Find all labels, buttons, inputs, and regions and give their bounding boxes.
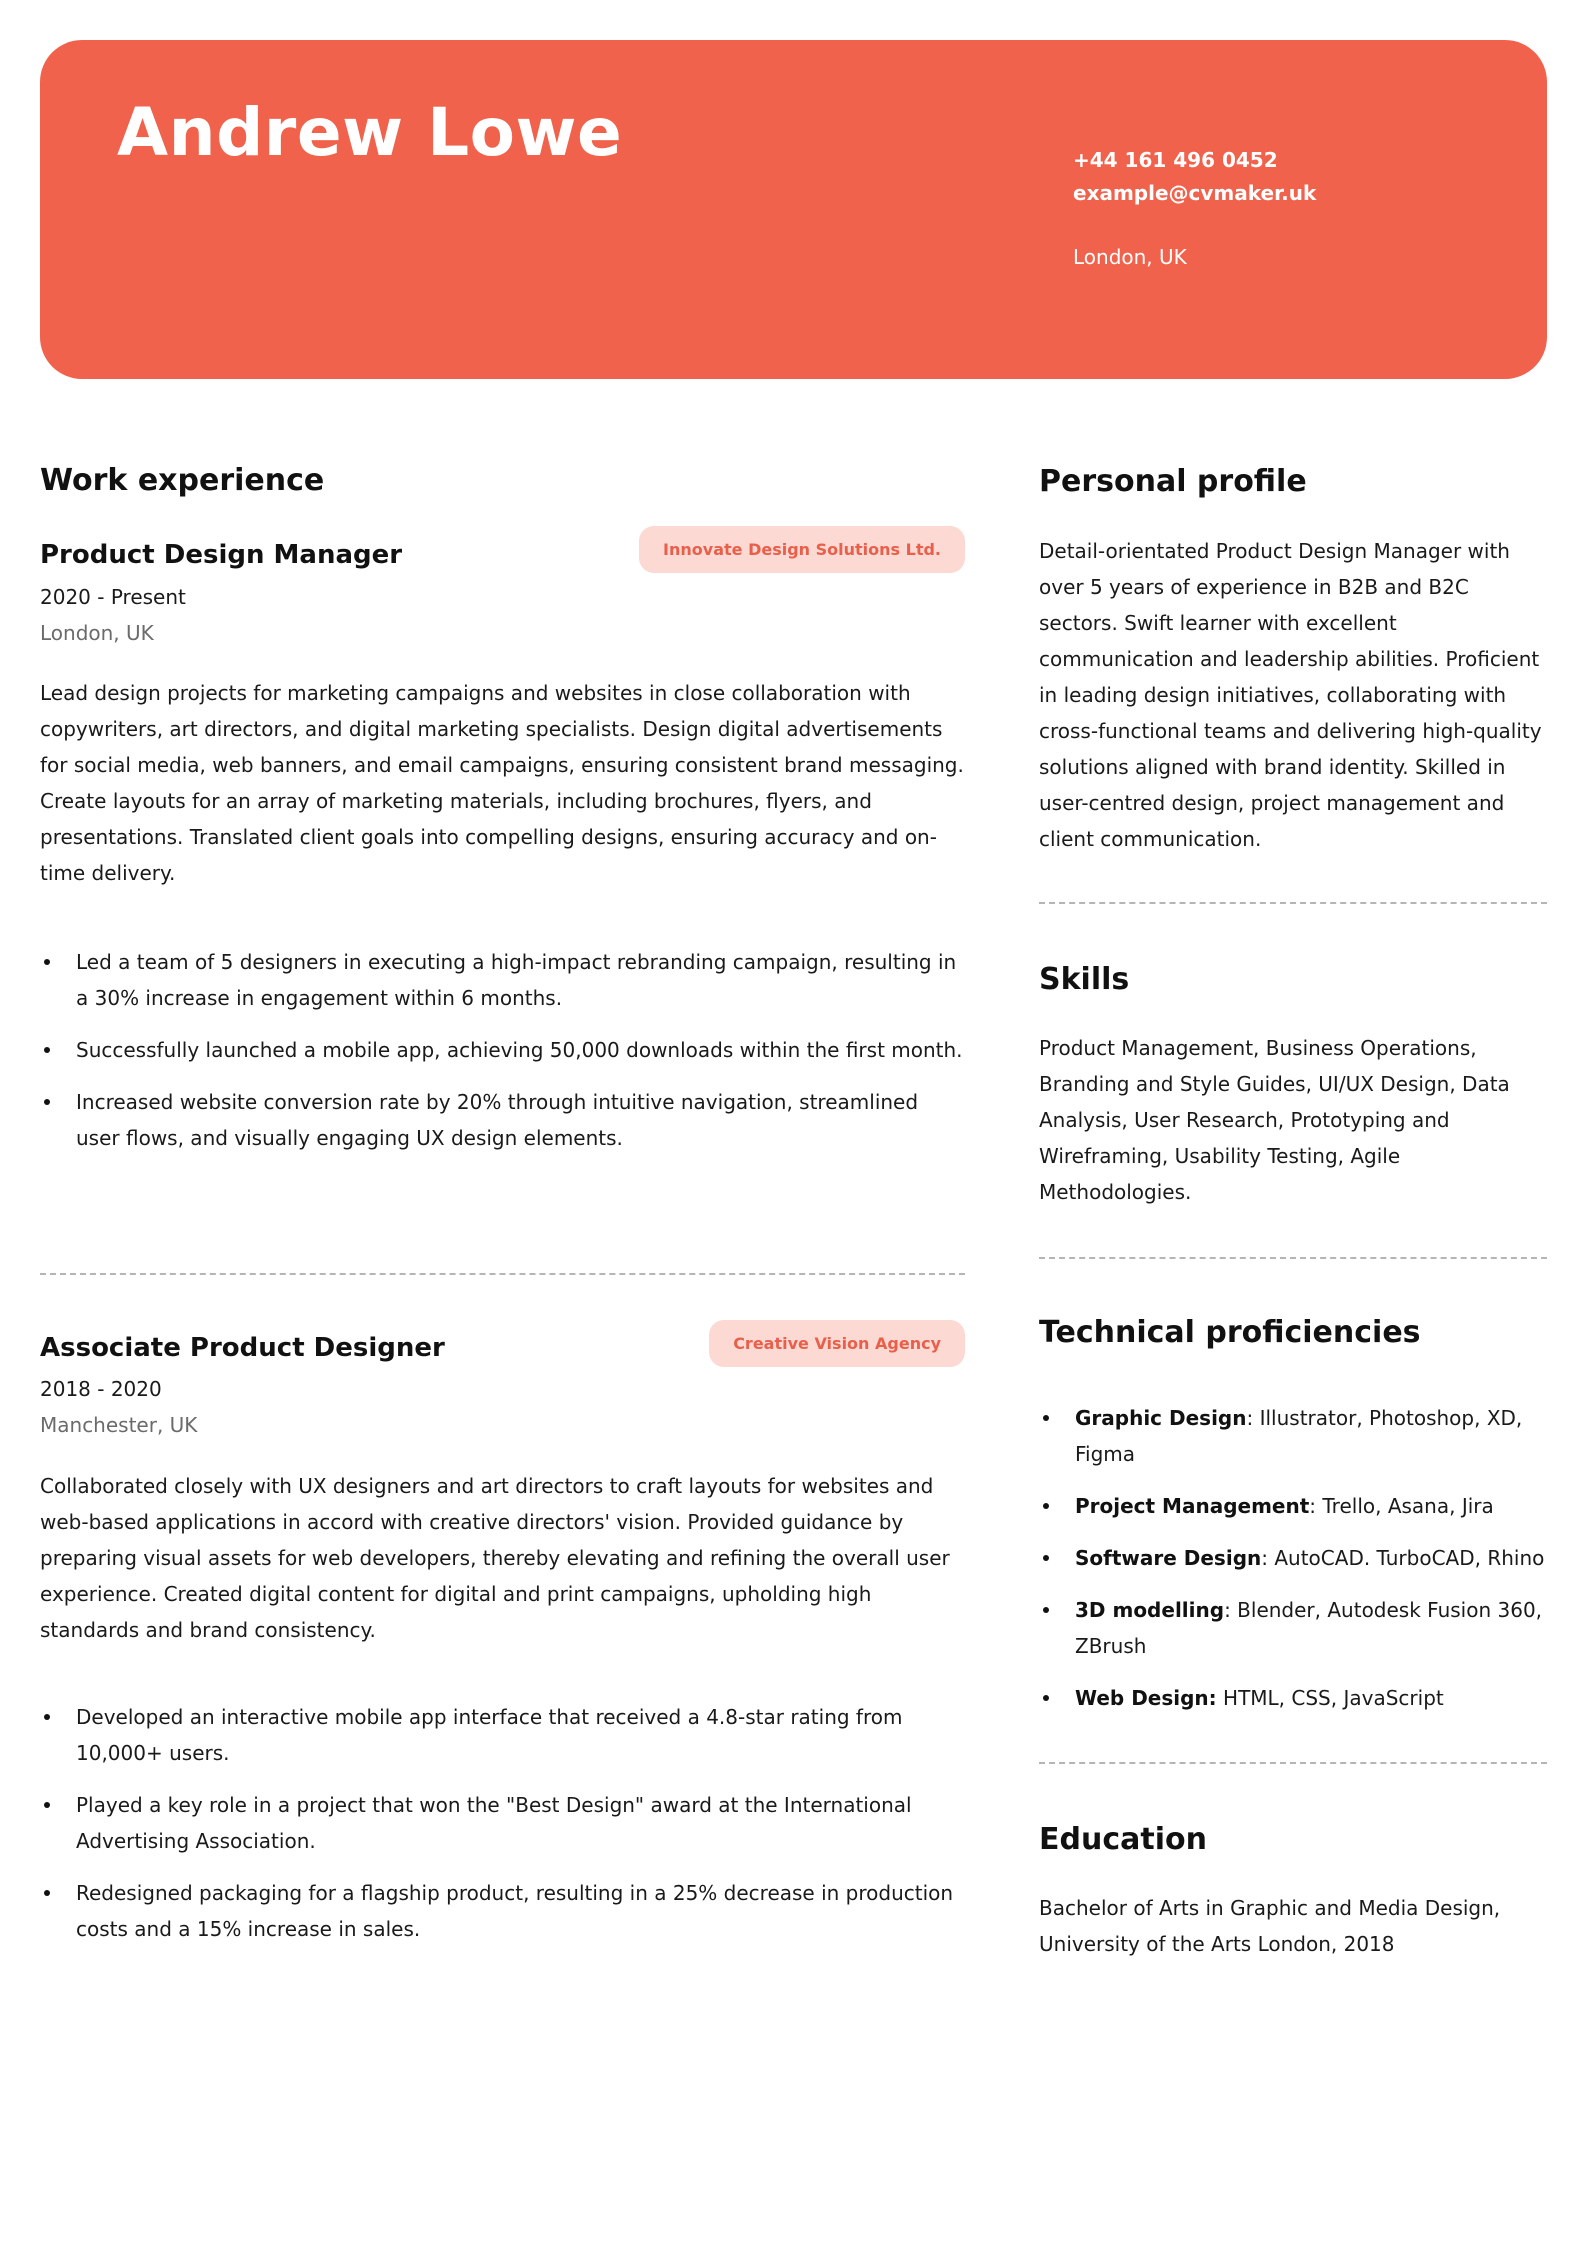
tech-label: 3D modelling [1075, 1598, 1225, 1622]
education-text: Bachelor of Arts in Graphic and Media De… [1039, 1896, 1501, 1956]
bullet-icon [44, 1099, 50, 1105]
job-entry: Product Design Manager Innovate Design S… [40, 526, 965, 1150]
tech-label: Web Design: [1075, 1686, 1217, 1710]
bullet-icon [44, 1802, 50, 1808]
tech-sep: : [1309, 1494, 1323, 1518]
bullet-icon [1043, 1607, 1049, 1613]
achievement-item: Led a team of 5 designers in executing a… [40, 944, 965, 1016]
achievement-text: Increased website conversion rate by 20%… [76, 1090, 919, 1150]
technical-list: Graphic Design: Illustrator, Photoshop, … [1039, 1400, 1547, 1732]
job-location: London, UK [40, 621, 154, 645]
tech-label: Graphic Design [1075, 1406, 1247, 1430]
bullet-icon [1043, 1695, 1049, 1701]
email-address[interactable]: example@cvmaker.uk [1073, 178, 1316, 208]
education-section: Education Bachelor of Arts in Graphic an… [1039, 1820, 1547, 1956]
achievement-item: Developed an interactive mobile app inte… [40, 1699, 965, 1771]
bullet-icon [1043, 1503, 1049, 1509]
tech-label: Project Management [1075, 1494, 1310, 1518]
company-badge: Creative Vision Agency [709, 1320, 965, 1367]
tech-sep: : [1224, 1598, 1238, 1622]
bullet-icon [44, 1890, 50, 1896]
achievement-text: Redesigned packaging for a flagship prod… [76, 1881, 954, 1941]
achievement-item: Increased website conversion rate by 20%… [40, 1084, 965, 1156]
section-heading: Skills [1039, 962, 1130, 997]
tech-sep: : [1246, 1406, 1260, 1430]
profile-text: Detail-orientated Product Design Manager… [1039, 539, 1542, 851]
job-location: Manchester, UK [40, 1413, 198, 1437]
section-divider [40, 1273, 965, 1275]
bullet-icon [1043, 1555, 1049, 1561]
technical-section: Technical proficiencies Graphic Design: … [1039, 1313, 1547, 1710]
skills-section: Skills Product Management, Business Oper… [1039, 960, 1547, 1204]
work-experience-section: Work experience [40, 461, 965, 501]
tech-value: HTML, CSS, JavaScript [1223, 1686, 1444, 1710]
tech-sep: : [1261, 1546, 1275, 1570]
bullet-icon [44, 1714, 50, 1720]
tech-value: AutoCAD. TurboCAD, Rhino [1274, 1546, 1545, 1570]
job-dates: 2020 - Present [40, 585, 186, 609]
personal-profile-section: Personal profile Detail-orientated Produ… [1039, 462, 1547, 851]
bullet-icon [44, 1047, 50, 1053]
technical-item: Software Design: AutoCAD. TurboCAD, Rhin… [1039, 1540, 1547, 1576]
achievement-text: Led a team of 5 designers in executing a… [76, 950, 957, 1010]
skills-text: Product Management, Business Operations,… [1039, 1036, 1510, 1204]
section-heading: Technical proficiencies [1039, 1315, 1421, 1350]
section-divider [1039, 1762, 1547, 1764]
header-banner: Andrew Lowe +44 161 496 0452 example@cvm… [40, 40, 1547, 379]
achievements-list: Led a team of 5 designers in executing a… [40, 944, 965, 1172]
technical-item: Project Management: Trello, Asana, Jira [1039, 1488, 1547, 1524]
achievement-text: Developed an interactive mobile app inte… [76, 1705, 903, 1765]
phone-number[interactable]: +44 161 496 0452 [1073, 145, 1278, 175]
section-heading: Personal profile [1039, 464, 1307, 499]
job-entry: Associate Product Designer Creative Visi… [40, 1320, 965, 1941]
achievement-item: Played a key role in a project that won … [40, 1787, 965, 1859]
achievement-item: Successfully launched a mobile app, achi… [40, 1032, 965, 1068]
job-dates: 2018 - 2020 [40, 1377, 162, 1401]
technical-item: 3D modelling: Blender, Autodesk Fusion 3… [1039, 1592, 1547, 1664]
section-heading: Education [1039, 1822, 1207, 1857]
company-badge: Innovate Design Solutions Ltd. [639, 526, 965, 573]
achievements-list: Developed an interactive mobile app inte… [40, 1699, 965, 1963]
home-location: London, UK [1073, 245, 1187, 269]
candidate-name: Andrew Lowe [117, 94, 623, 171]
bullet-icon [1043, 1415, 1049, 1421]
bullet-icon [44, 959, 50, 965]
job-description: Collaborated closely with UX designers a… [40, 1474, 950, 1642]
section-divider [1039, 1257, 1547, 1259]
section-heading: Work experience [40, 463, 325, 498]
tech-label: Software Design [1075, 1546, 1262, 1570]
achievement-item: Redesigned packaging for a flagship prod… [40, 1875, 965, 1947]
achievement-text: Played a key role in a project that won … [76, 1793, 912, 1853]
tech-value: Trello, Asana, Jira [1322, 1494, 1494, 1518]
section-divider [1039, 902, 1547, 904]
technical-item: Web Design: HTML, CSS, JavaScript [1039, 1680, 1547, 1716]
technical-item: Graphic Design: Illustrator, Photoshop, … [1039, 1400, 1547, 1472]
job-description: Lead design projects for marketing campa… [40, 681, 964, 885]
achievement-text: Successfully launched a mobile app, achi… [76, 1038, 963, 1062]
